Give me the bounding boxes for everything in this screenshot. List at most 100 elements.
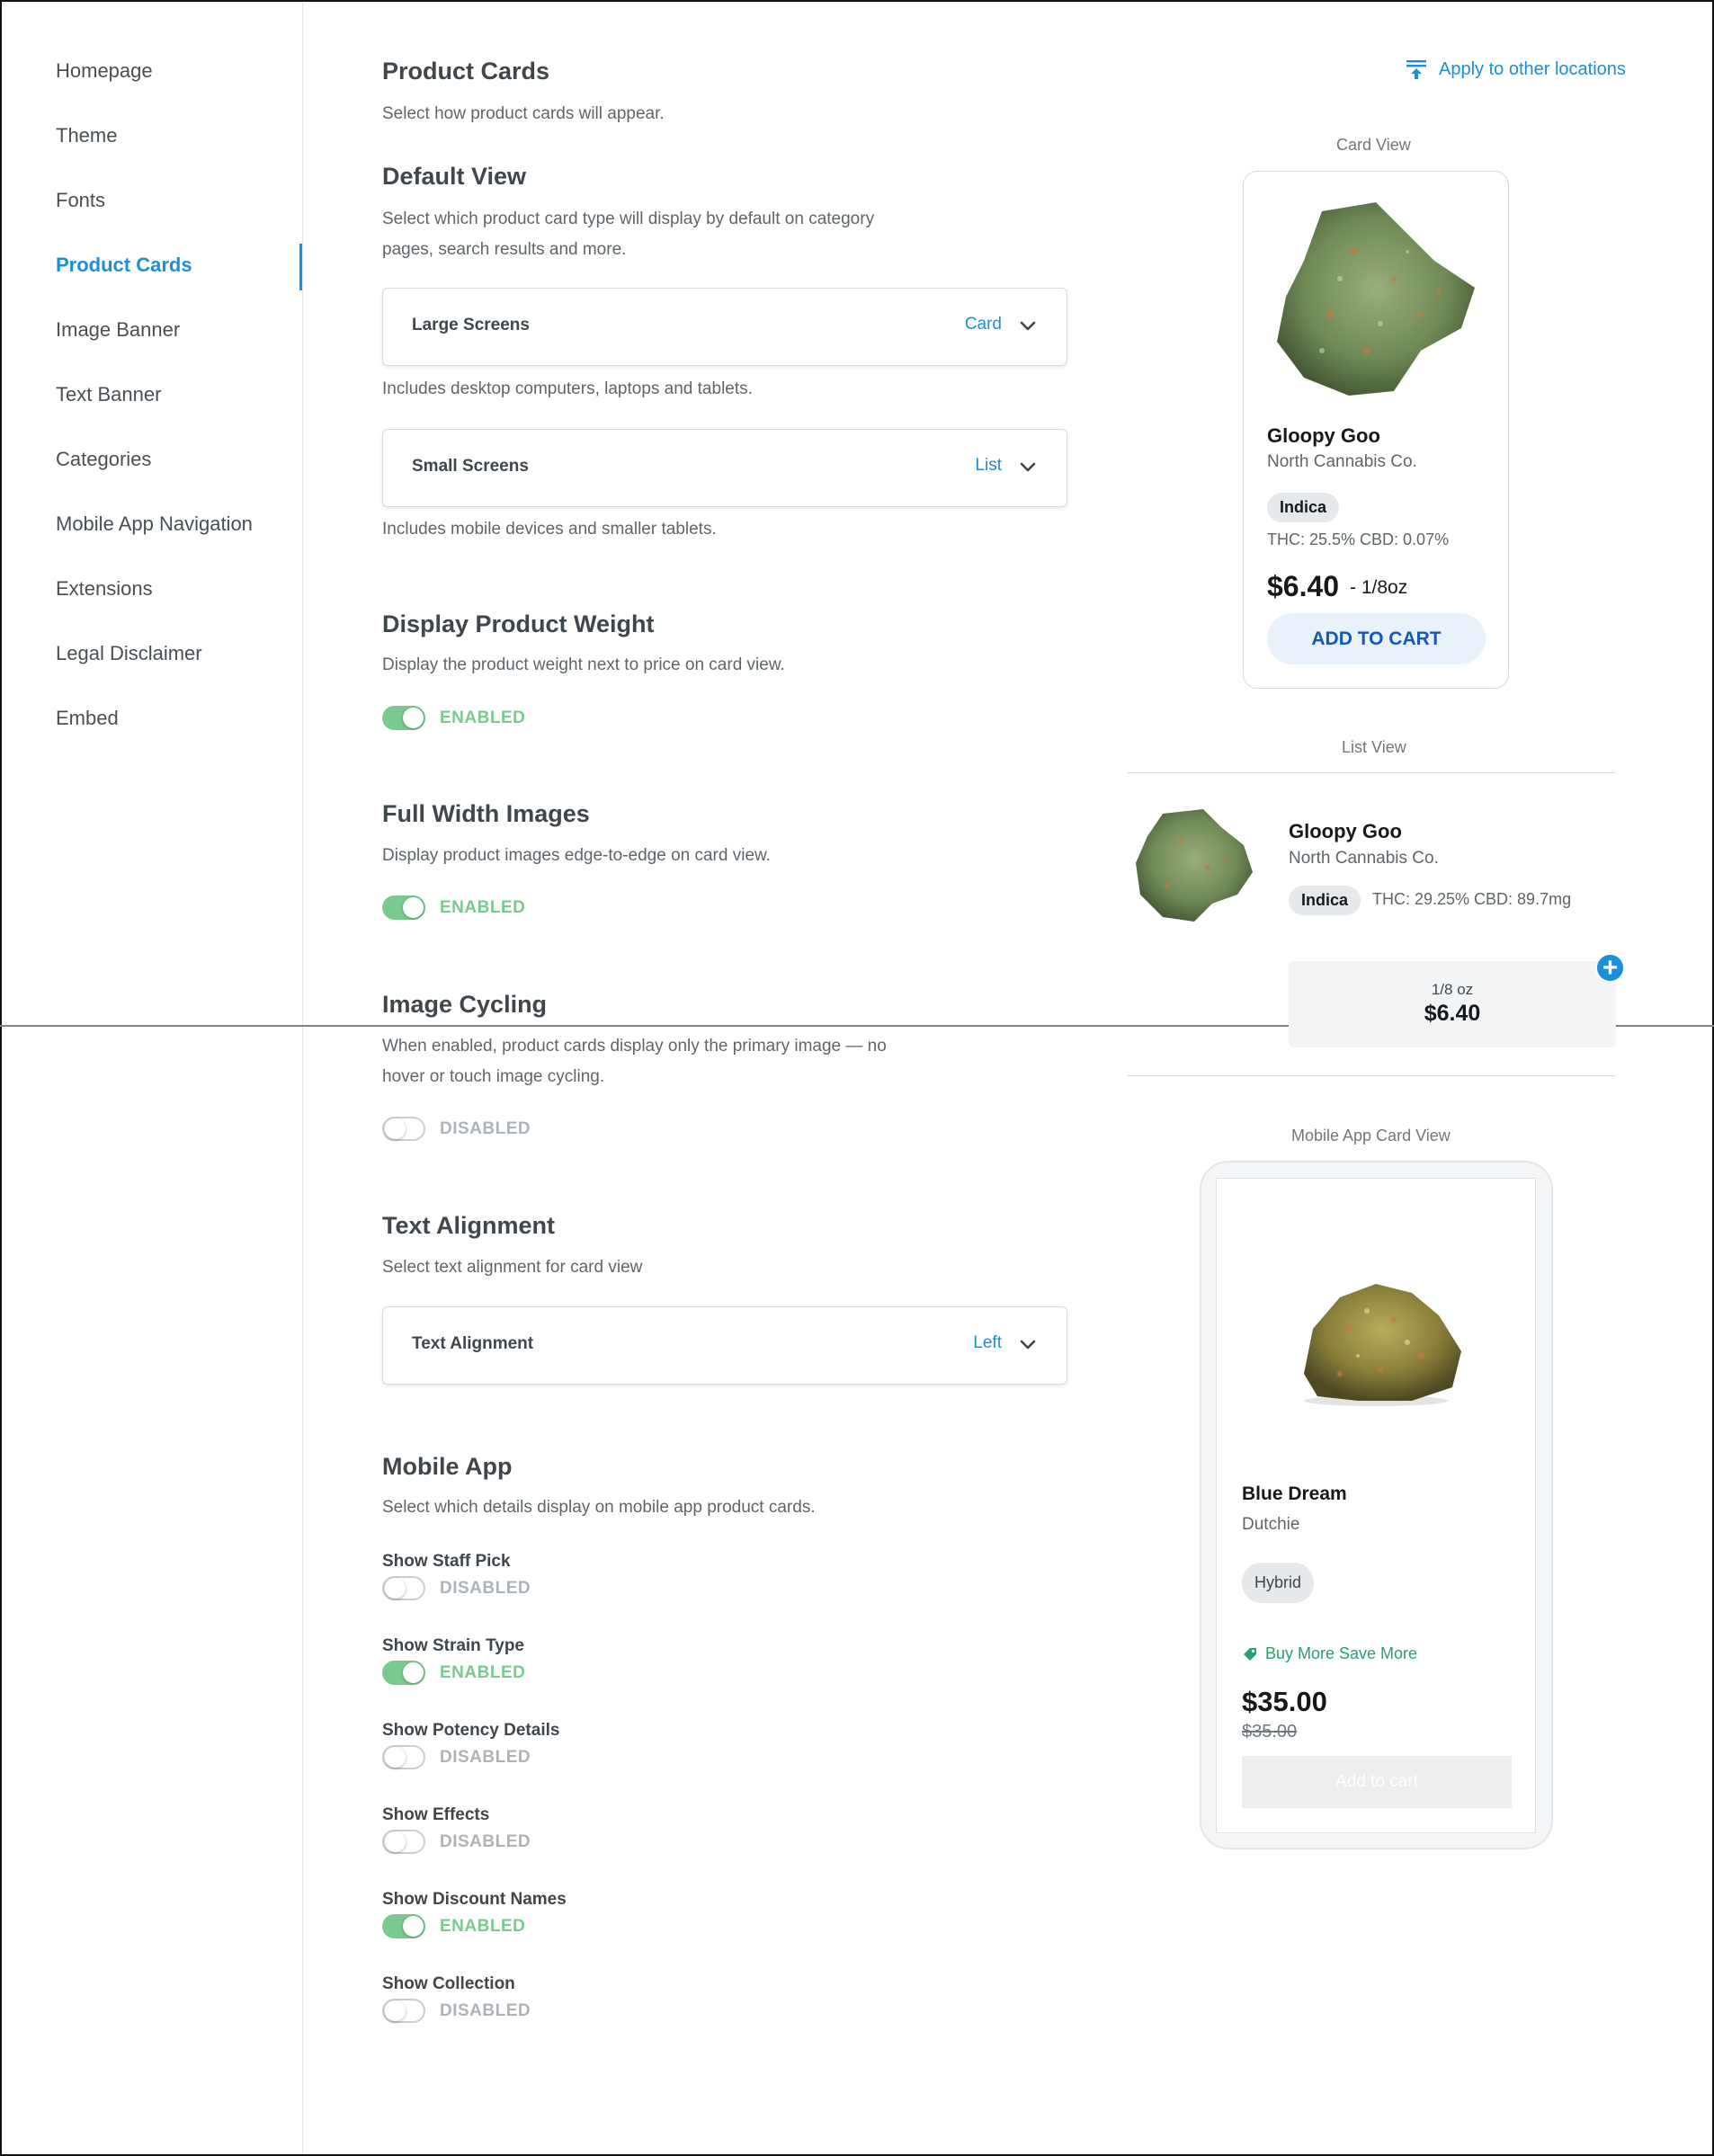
small-screens-help: Includes mobile devices and smaller tabl… (382, 520, 717, 539)
add-to-cart-button[interactable]: ADD TO CART (1267, 613, 1486, 664)
full-width-toggle[interactable] (382, 895, 425, 920)
sidebar-item-image-banner[interactable]: Image Banner (56, 318, 180, 342)
page-subtitle: Select how product cards will appear. (382, 104, 665, 123)
show-effects-toggle[interactable] (382, 1830, 425, 1854)
sidebar-item-text-banner[interactable]: Text Banner (56, 383, 161, 406)
image-cycling-description-1: When enabled, product cards display only… (382, 1037, 887, 1056)
sidebar-item-product-cards[interactable]: Product Cards (56, 254, 192, 277)
list-strain-badge: Indica (1289, 886, 1361, 915)
card-view-label: Card View (1336, 136, 1411, 154)
list-weight-price-box[interactable]: 1/8 oz $6.40 (1289, 961, 1616, 1047)
mobile-brand-name: Dutchie (1242, 1515, 1300, 1534)
mobile-product-name[interactable]: Blue Dream (1242, 1483, 1347, 1505)
text-alignment-description: Select text alignment for card view (382, 1258, 643, 1277)
mobile-original-price: $35.00 (1242, 1722, 1298, 1742)
mobile-add-to-cart-button[interactable]: Add to cart (1242, 1756, 1512, 1808)
show-potency-details-status: DISABLED (440, 1748, 531, 1767)
show-effects-status: DISABLED (440, 1832, 531, 1851)
full-width-title: Full Width Images (382, 800, 590, 827)
sidebar-item-categories[interactable]: Categories (56, 448, 151, 471)
image-cycling-title: Image Cycling (382, 991, 548, 1018)
mobile-price: $35.00 (1242, 1686, 1327, 1717)
display-weight-toggle[interactable] (382, 706, 425, 730)
image-cycling-description-2: hover or touch image cycling. (382, 1067, 605, 1086)
sidebar-item-mobile-app-navigation[interactable]: Mobile App Navigation (56, 512, 253, 536)
mobile-app-title: Mobile App (382, 1453, 513, 1480)
mobile-strain-badge: Hybrid (1242, 1563, 1315, 1603)
display-weight-title: Display Product Weight (382, 610, 655, 637)
text-alignment-title: Text Alignment (382, 1212, 556, 1239)
large-screens-label: Large Screens (412, 316, 530, 334)
show-strain-type-toggle[interactable] (382, 1661, 425, 1685)
sidebar-item-legal-disclaimer[interactable]: Legal Disclaimer (56, 642, 202, 665)
show-collection-status: DISABLED (440, 2001, 531, 2020)
card-potency: THC: 25.5% CBD: 0.07% (1267, 530, 1450, 548)
page-title: Product Cards (382, 58, 550, 85)
large-screens-help: Includes desktop computers, laptops and … (382, 379, 753, 398)
sidebar-item-extensions[interactable]: Extensions (56, 577, 153, 601)
card-brand-name: North Cannabis Co. (1267, 452, 1417, 471)
show-staff-pick-label: Show Staff Pick (382, 1552, 511, 1571)
product-image (1304, 1284, 1461, 1406)
card-price: $6.40 (1267, 570, 1340, 602)
show-collection-label: Show Collection (382, 1974, 515, 1993)
sidebar-item-embed[interactable]: Embed (56, 707, 119, 730)
show-potency-details-toggle[interactable] (382, 1745, 425, 1769)
show-discount-names-status: ENABLED (440, 1917, 526, 1936)
tag-icon (1244, 1647, 1256, 1661)
show-discount-names-label: Show Discount Names (382, 1890, 567, 1909)
show-strain-type-label: Show Strain Type (382, 1636, 525, 1655)
upload-stack-icon (1406, 60, 1426, 79)
chevron-down-icon (1020, 1340, 1036, 1350)
card-strain-badge: Indica (1267, 493, 1340, 522)
list-price: $6.40 (1424, 1001, 1481, 1026)
sidebar-item-fonts[interactable]: Fonts (56, 189, 105, 212)
mobile-app-description: Select which details display on mobile a… (382, 1498, 816, 1517)
default-view-title: Default View (382, 163, 527, 190)
small-screens-select[interactable]: Small Screens List (382, 429, 1067, 507)
display-weight-description: Display the product weight next to price… (382, 655, 785, 674)
show-collection-toggle[interactable] (382, 1999, 425, 2023)
image-cycling-toggle[interactable] (382, 1117, 425, 1141)
card-product-name[interactable]: Gloopy Goo (1267, 424, 1380, 448)
text-alignment-select[interactable]: Text Alignment Left (382, 1306, 1067, 1385)
show-potency-details-label: Show Potency Details (382, 1721, 560, 1740)
list-view-bottom-divider (1128, 1075, 1616, 1076)
small-screens-label: Small Screens (412, 457, 529, 476)
product-image (1136, 809, 1253, 922)
chevron-down-icon (1020, 321, 1036, 331)
list-brand-name: North Cannabis Co. (1289, 849, 1439, 868)
sidebar: Homepage Theme Fonts Product Cards Image… (2, 2, 303, 2154)
list-potency: THC: 29.25% CBD: 89.7mg (1372, 890, 1572, 908)
full-width-description: Display product images edge-to-edge on c… (382, 846, 771, 865)
large-screens-value: Card (964, 315, 1002, 334)
sidebar-item-homepage[interactable]: Homepage (56, 59, 153, 83)
list-view-label: List View (1342, 738, 1406, 756)
show-staff-pick-toggle[interactable] (382, 1576, 425, 1600)
show-effects-label: Show Effects (382, 1805, 490, 1824)
chevron-down-icon (1020, 462, 1036, 472)
apply-to-other-locations-link[interactable]: Apply to other locations (1405, 58, 1626, 81)
mobile-discount-label: Buy More Save More (1265, 1644, 1418, 1662)
sidebar-active-indicator (299, 244, 302, 290)
full-width-status: ENABLED (440, 898, 526, 917)
show-strain-type-status: ENABLED (440, 1663, 526, 1682)
text-alignment-label: Text Alignment (412, 1334, 534, 1353)
mobile-discount: Buy More Save More (1242, 1644, 1417, 1663)
show-staff-pick-status: DISABLED (440, 1579, 531, 1598)
list-view-top-divider (1128, 772, 1616, 773)
plus-circle-icon[interactable]: + (1595, 953, 1625, 983)
card-weight: - 1/8oz (1350, 577, 1408, 598)
large-screens-select[interactable]: Large Screens Card (382, 288, 1067, 366)
text-alignment-value: Left (973, 1333, 1002, 1352)
sidebar-item-theme[interactable]: Theme (56, 124, 117, 147)
list-product-name[interactable]: Gloopy Goo (1289, 820, 1402, 843)
mobile-card-view-label: Mobile App Card View (1291, 1127, 1451, 1145)
display-weight-status: ENABLED (440, 708, 526, 727)
show-discount-names-toggle[interactable] (382, 1914, 425, 1938)
default-view-description-2: pages, search results and more. (382, 240, 627, 259)
list-weight: 1/8 oz (1431, 981, 1474, 998)
image-cycling-status: DISABLED (440, 1119, 531, 1138)
small-screens-value: List (975, 456, 1002, 475)
product-image (1277, 202, 1475, 396)
